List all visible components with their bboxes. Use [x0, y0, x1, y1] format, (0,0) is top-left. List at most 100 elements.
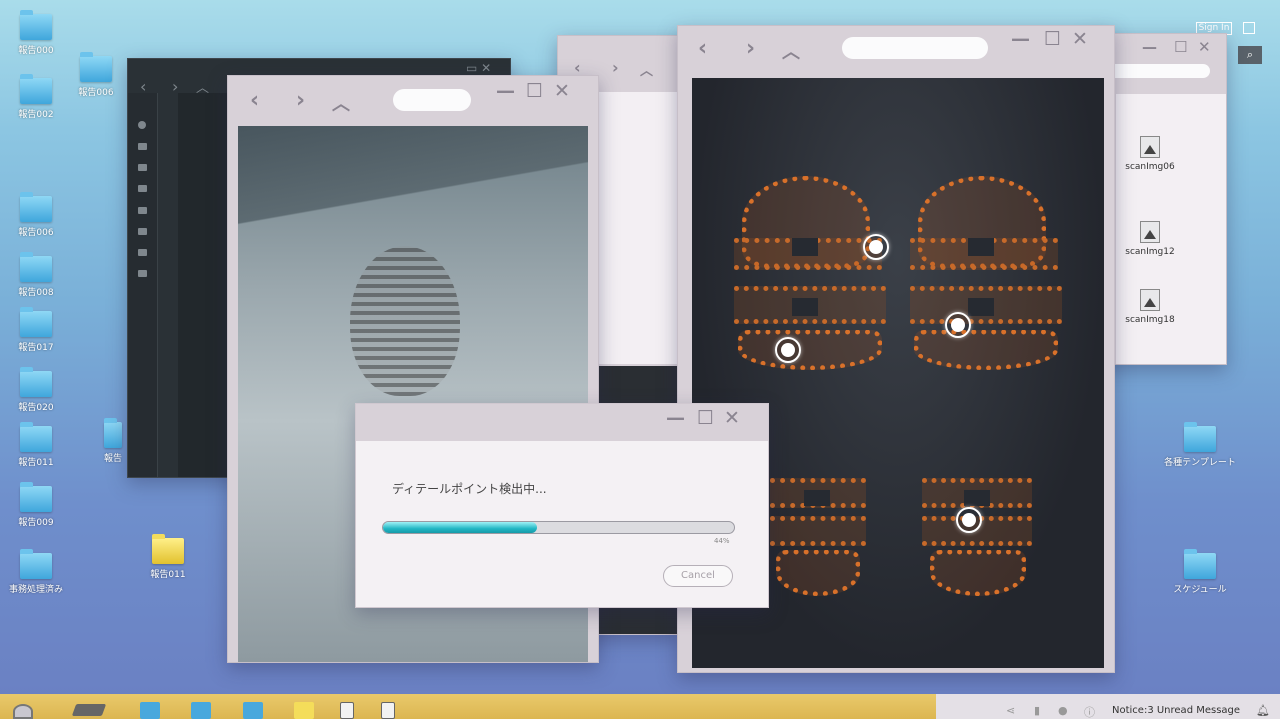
forward-icon[interactable]: › [296, 88, 305, 113]
desktop-folder[interactable]: 報告008 [6, 252, 66, 298]
detail-point[interactable] [863, 234, 889, 260]
folder-icon[interactable] [243, 702, 263, 719]
folder-icon[interactable] [140, 702, 160, 719]
folder-icon[interactable] [138, 249, 147, 256]
folder-icon [20, 549, 52, 579]
bookmark-icon[interactable]: ▮ [1034, 704, 1040, 717]
close-icon[interactable]: ✕ [724, 407, 740, 429]
print-gap [792, 238, 818, 256]
print-pattern [738, 330, 882, 370]
video-file-icon[interactable] [340, 702, 354, 719]
search-icon[interactable]: ⌕ [1238, 46, 1262, 64]
export-icon[interactable] [1243, 22, 1255, 34]
user-icon[interactable] [138, 121, 146, 129]
minimize-icon[interactable]: — [1011, 28, 1030, 50]
address-bar[interactable] [1106, 64, 1210, 78]
forward-icon[interactable]: › [612, 58, 619, 77]
print-gap [968, 238, 994, 256]
desktop-folder[interactable]: 報告000 [6, 10, 66, 56]
desktop-folder[interactable]: 報告006 [6, 192, 66, 238]
start-icon[interactable] [13, 704, 33, 719]
window-controls-icon[interactable]: ▭ ✕ [466, 61, 491, 75]
print-pattern [770, 516, 866, 546]
dark-sidebar [128, 93, 158, 477]
address-bar[interactable] [393, 89, 471, 111]
file-item[interactable]: scanImg18 [1116, 289, 1190, 325]
wall-shadow [238, 126, 588, 226]
folder-icon [20, 74, 52, 104]
print-gap [968, 298, 994, 316]
up-icon[interactable]: ︿ [640, 60, 653, 79]
close-icon[interactable]: ✕ [1072, 28, 1088, 50]
forward-icon[interactable]: › [746, 36, 755, 61]
notification-tray: ⋖ ▮ ● ⓘ Notice:3 Unread Message 🔔︎ [936, 694, 1280, 719]
print-pattern [914, 330, 1058, 370]
detail-point[interactable] [945, 312, 971, 338]
maximize-icon[interactable]: ☐ [697, 407, 714, 429]
desktop-folder[interactable]: 報告011 [138, 534, 198, 580]
taskbar: ⋖ ▮ ● ⓘ Notice:3 Unread Message 🔔︎ [0, 694, 1280, 719]
image-file-icon [1140, 289, 1160, 311]
image-file-icon[interactable] [381, 702, 395, 719]
up-icon[interactable]: ︿ [332, 90, 350, 116]
folder-icon[interactable] [138, 270, 147, 277]
folder-icon[interactable] [138, 207, 147, 214]
desktop-folder[interactable]: 各種テンプレート [1160, 422, 1240, 468]
print-pattern [930, 550, 1026, 596]
info-icon[interactable]: ⓘ [1084, 704, 1095, 719]
progress-bar [382, 521, 735, 534]
detail-point[interactable] [956, 507, 982, 533]
desktop-folder[interactable]: 報告009 [6, 482, 66, 528]
drive-icon[interactable] [71, 704, 107, 716]
folder-icon [20, 192, 52, 222]
desktop-folder[interactable]: 報告020 [6, 367, 66, 413]
maximize-icon[interactable]: ☐ [1044, 28, 1061, 50]
print-pattern [776, 550, 860, 596]
folder-icon [20, 482, 52, 512]
file-pane: scanImg06 scanImg12 scanImg18 [1116, 94, 1226, 364]
desktop-folder[interactable]: スケジュール [1160, 549, 1240, 595]
maximize-icon[interactable]: ☐ [526, 80, 543, 102]
back-icon[interactable]: ‹ [250, 88, 259, 113]
up-icon[interactable]: ︿ [782, 38, 800, 64]
desktop-folder[interactable]: 報告006 [66, 52, 126, 98]
maximize-icon[interactable]: ☐ [1174, 38, 1187, 56]
detail-point[interactable] [775, 337, 801, 363]
desktop-folder[interactable]: 報告011 [6, 422, 66, 468]
folder-icon[interactable] [138, 143, 147, 150]
minimize-icon[interactable]: — [666, 407, 685, 429]
file-item[interactable]: scanImg12 [1116, 221, 1190, 257]
folder-icon [20, 10, 52, 40]
folder-icon [20, 367, 52, 397]
chat-icon[interactable]: ● [1058, 704, 1068, 717]
bell-icon[interactable]: 🔔︎ [1256, 704, 1270, 717]
print-gap [804, 490, 830, 506]
minimize-icon[interactable]: — [1142, 38, 1157, 56]
folder-icon[interactable] [138, 228, 147, 235]
share-icon[interactable]: ⋖ [1006, 704, 1015, 717]
address-bar[interactable] [842, 37, 988, 59]
fingerprint-mark [350, 246, 460, 396]
close-icon[interactable]: ✕ [554, 80, 570, 102]
progress-fill [383, 522, 538, 533]
folder-icon[interactable] [138, 185, 147, 192]
close-icon[interactable]: ✕ [1198, 38, 1211, 56]
file-item[interactable]: scanImg06 [1116, 136, 1190, 172]
folder-icon[interactable] [294, 702, 314, 719]
folder-icon [152, 534, 184, 564]
desktop-folder[interactable]: 報告 [98, 418, 128, 464]
notice-text[interactable]: Notice:3 Unread Message [1112, 705, 1240, 716]
cancel-button[interactable]: Cancel [663, 565, 733, 587]
desktop-folder[interactable]: 報告002 [6, 74, 66, 120]
folder-icon[interactable] [138, 164, 147, 171]
folder-icon[interactable] [191, 702, 211, 719]
progress-percent: 44% [714, 537, 730, 545]
detection-dialog[interactable]: — ☐ ✕ ディテールポイント検出中... 44% Cancel [355, 403, 769, 608]
folder-icon [20, 252, 52, 282]
desktop-folder[interactable]: 事務処理済み [6, 549, 66, 595]
folder-icon [1184, 422, 1216, 452]
minimize-icon[interactable]: — [496, 80, 515, 102]
image-file-icon [1140, 136, 1160, 158]
desktop-folder[interactable]: 報告017 [6, 307, 66, 353]
back-icon[interactable]: ‹ [698, 36, 707, 61]
